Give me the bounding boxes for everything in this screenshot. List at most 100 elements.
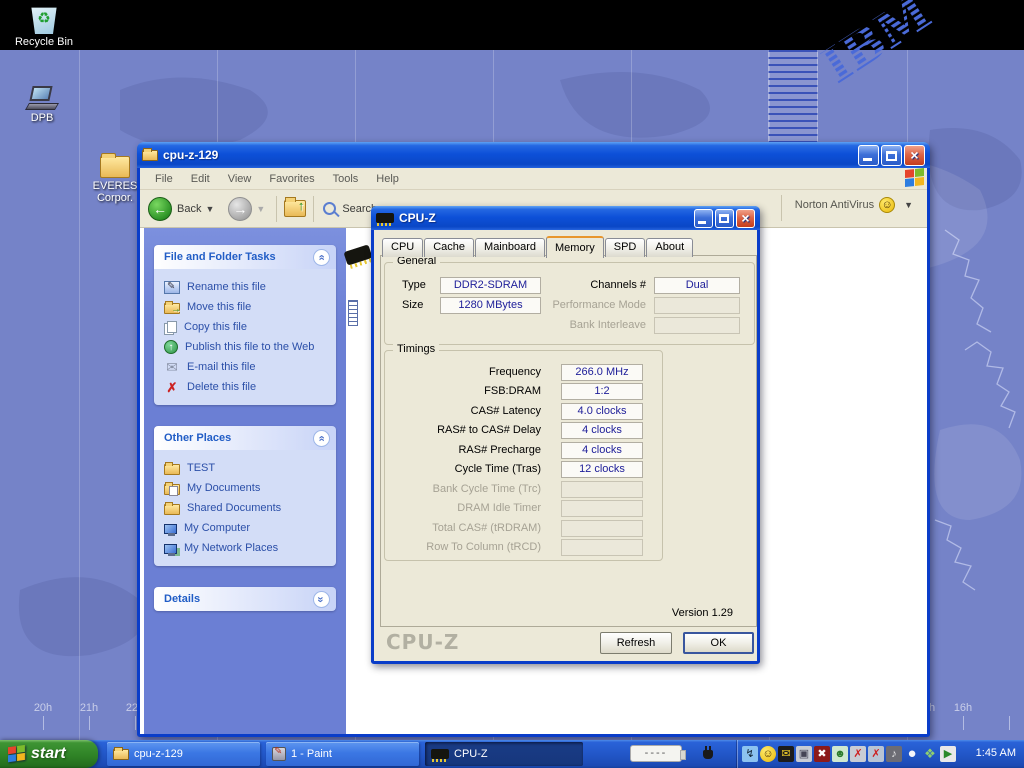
explorer-titlebar[interactable]: cpu-z-129 × [137,142,930,168]
section-details: Details « [154,587,336,611]
minimize-button[interactable] [694,209,713,228]
system-tray: ↯ ☺ ✉ ▣ ✖ ☻ ✗ ✗ ♪ ● ❖ ▶ [737,740,956,768]
place-my-computer[interactable]: My Computer [164,518,332,538]
task-email-file[interactable]: ✉E-mail this file [164,357,332,377]
minimize-button[interactable] [858,145,879,166]
taskbar-item-paint[interactable]: 1 - Paint [266,742,419,766]
size-field: 1280 MBytes [440,297,541,314]
task-rename-file[interactable]: Rename this file [164,277,332,297]
tab-mainboard[interactable]: Mainboard [475,238,545,257]
refresh-button[interactable]: Refresh [600,632,672,654]
back-label[interactable]: Back [177,203,201,215]
blocked-media-icon[interactable]: ✖ [814,746,830,762]
tab-spd[interactable]: SPD [605,238,646,257]
offline-computer-icon[interactable]: ✗ [850,746,866,762]
desktop: 20h 21h 22h 15h 16h ♻ Recycle Bin IBM DP… [0,0,1024,768]
norton-antivirus-toolbar[interactable]: Norton AntiVirus ☺ ▼ [795,197,917,213]
bank-cycle-time-field [561,481,643,498]
cpuz-titlebar[interactable]: CPU-Z × [371,206,760,230]
menu-file[interactable]: File [146,170,182,188]
clock[interactable]: 1:45 AM [976,747,1016,759]
place-my-documents[interactable]: My Documents [164,478,332,498]
fsb-dram-field: 1:2 [561,383,643,400]
section-header[interactable]: File and Folder Tasks « [154,245,336,269]
search-icon[interactable] [323,202,336,215]
place-test[interactable]: TEST [164,458,332,478]
cpuz-dialog: CPU-Z × CPU Cache Mainboard Memory SPD A… [371,206,760,664]
menu-favorites[interactable]: Favorites [260,170,323,188]
back-dropdown-icon[interactable]: ▼ [205,204,214,214]
bank-interleave-label: Bank Interleave [570,319,646,331]
task-copy-file[interactable]: Copy this file [164,317,332,337]
place-my-network-places[interactable]: My Network Places [164,538,332,558]
tab-cache[interactable]: Cache [424,238,474,257]
tab-cpu[interactable]: CPU [382,238,423,257]
move-icon [164,303,180,314]
norton-icon: ☺ [879,197,895,213]
section-header[interactable]: Details « [154,587,336,611]
tab-about[interactable]: About [646,238,693,257]
cas-latency-field: 4.0 clocks [561,403,643,420]
collapse-chevron-icon[interactable]: « [313,430,330,447]
menu-help[interactable]: Help [367,170,408,188]
task-publish-file[interactable]: ↑Publish this file to the Web [164,337,332,357]
bank-interleave-field [654,317,740,334]
up-folder-button[interactable]: ↑ [284,200,306,217]
battery-meter[interactable]: ---- [630,745,682,762]
task-delete-file[interactable]: ✗Delete this file [164,377,332,397]
norton-antivirus-icon[interactable]: ☺ [760,746,776,762]
ras-precharge-field: 4 clocks [561,442,643,459]
close-button[interactable]: × [904,145,925,166]
desktop-icon-dpb[interactable]: DPB [12,86,72,124]
tab-memory[interactable]: Memory [546,236,604,258]
offline-network-icon[interactable]: ✗ [868,746,884,762]
ras-to-cas-field: 4 clocks [561,422,643,439]
close-button[interactable]: × [736,209,755,228]
dialog-title: CPU-Z [399,211,694,225]
frequency-field: 266.0 MHz [561,364,643,381]
menu-view[interactable]: View [219,170,261,188]
laptop-icon [27,86,57,110]
expand-chevron-icon[interactable]: « [313,591,330,608]
hour-label: 16h [949,702,977,714]
forward-button[interactable]: → [228,197,252,221]
taskbar-item-cpuz[interactable]: CPU-Z [425,742,583,766]
display-settings-icon[interactable]: ▶ [940,746,956,762]
zonealarm-icon[interactable]: ↯ [742,746,758,762]
cpuz-tabs: CPU Cache Mainboard Memory SPD About [382,236,694,258]
ghost-icon[interactable]: ● [904,746,920,762]
norton-dropdown-icon[interactable]: ▼ [904,200,913,210]
place-shared-documents[interactable]: Shared Documents [164,498,332,518]
folder-icon [142,150,158,161]
menu-bar: File Edit View Favorites Tools Help [140,168,927,190]
task-move-file[interactable]: Move this file [164,297,332,317]
file-icon-ram[interactable] [348,300,358,326]
volume-icon[interactable]: ♪ [886,746,902,762]
back-button[interactable]: ← [148,197,172,221]
type-label: Type [402,279,426,291]
menu-tools[interactable]: Tools [324,170,368,188]
dram-idle-timer-field [561,500,643,517]
taskbar: start cpu-z-129 1 - Paint CPU-Z ---- ↯ ☺… [0,740,1024,768]
start-button[interactable]: start [0,740,98,768]
utility-icon[interactable]: ❖ [922,746,938,762]
messenger-users-icon[interactable]: ☻ [832,746,848,762]
top-band: ♻ Recycle Bin IBM [0,0,1024,50]
my-computer-icon [164,524,177,534]
ok-button[interactable]: OK [683,632,754,654]
desktop-icon-recycle-bin[interactable]: ♻ Recycle Bin [14,4,74,48]
collapse-chevron-icon[interactable]: « [313,249,330,266]
maximize-button[interactable] [715,209,734,228]
network-computers-icon[interactable]: ▣ [796,746,812,762]
maximize-button[interactable] [881,145,902,166]
performance-mode-label: Performance Mode [552,299,646,311]
taskbar-item-explorer[interactable]: cpu-z-129 [107,742,260,766]
folder-icon [113,749,129,760]
menu-edit[interactable]: Edit [182,170,219,188]
version-text: Version 1.29 [672,607,733,619]
section-header[interactable]: Other Places « [154,426,336,450]
total-cas-field [561,520,643,537]
my-documents-icon [164,484,180,495]
norton-email-icon[interactable]: ✉ [778,746,794,762]
file-icon-chip[interactable] [345,248,371,262]
